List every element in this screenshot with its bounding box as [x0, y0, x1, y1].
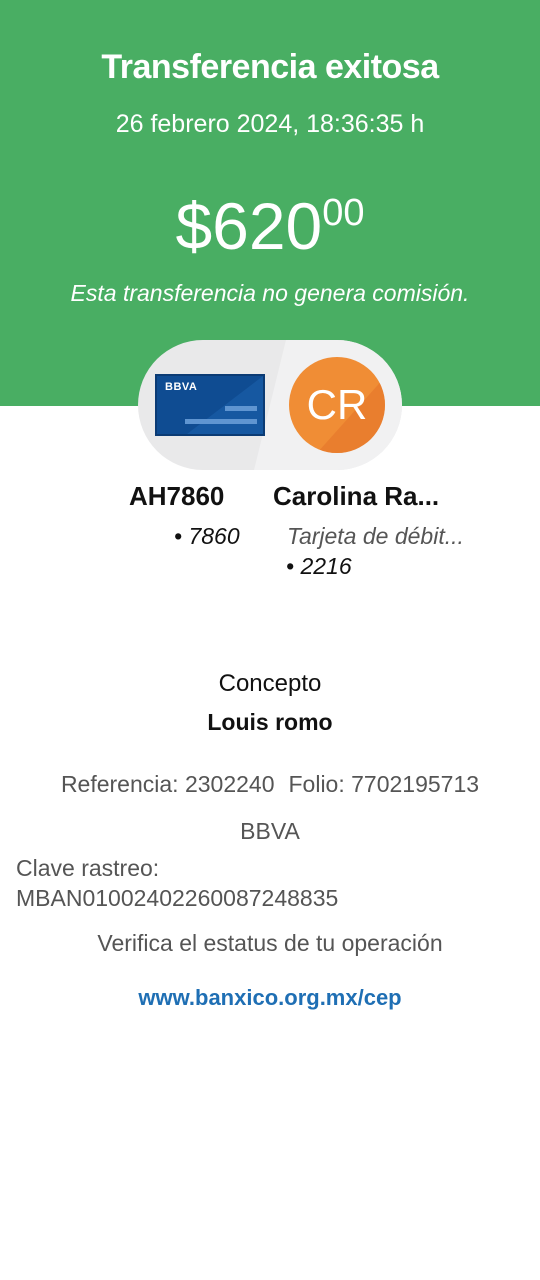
bank-name: BBVA — [240, 818, 300, 844]
commission-note: Esta transferencia no genera comisión. — [70, 280, 470, 306]
tracking-key-value: MBAN01002402260087248835 — [16, 885, 339, 911]
avatar-initials: CR — [306, 381, 368, 428]
concept-value: Louis romo — [207, 709, 333, 735]
recipient-account-number: • 2216 — [286, 553, 352, 579]
banxico-cep-link[interactable]: www.banxico.org.mx/cep — [0, 985, 540, 1011]
transfer-parties: BBVA CR — [138, 340, 402, 470]
reference-number: Referencia: 2302240 — [60, 771, 275, 797]
folio-number: Folio: 7702195713 — [288, 771, 480, 797]
recipient-account-type: Tarjeta de débit... — [287, 523, 464, 549]
recipient-avatar: CR — [289, 357, 385, 453]
amount-cents: 00 — [322, 192, 365, 234]
card-stripe — [225, 406, 257, 411]
reference-row: Referencia: 2302240 Folio: 7702195713 — [0, 771, 540, 798]
bank-card-icon: BBVA — [155, 374, 265, 436]
amount-main: $620 — [175, 189, 323, 263]
card-stripe — [185, 419, 257, 424]
concept-label: Concepto — [218, 670, 322, 697]
bank-logo-text: BBVA — [165, 381, 198, 393]
transfer-datetime: 26 febrero 2024, 18:36:35 h — [115, 110, 425, 138]
origin-account-name: AH7860 — [129, 481, 225, 511]
page-title: Transferencia exitosa — [101, 48, 439, 86]
transfer-amount: $62000 — [0, 188, 540, 264]
verify-status-text: Verifica el estatus de tu operación — [97, 930, 443, 956]
tracking-key-label: Clave rastreo: — [16, 855, 160, 881]
recipient-name: Carolina Ra... — [273, 481, 440, 511]
origin-account-number: • 7860 — [174, 523, 240, 549]
